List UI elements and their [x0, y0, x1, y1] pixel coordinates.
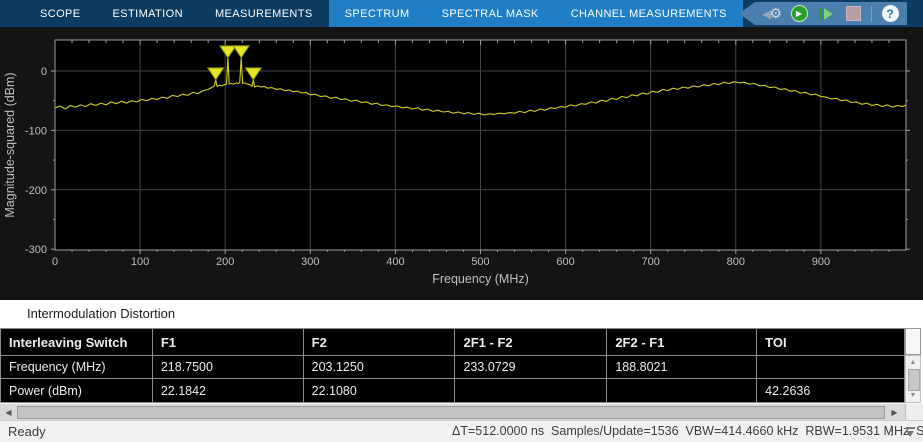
table-cell: 22.1080 [304, 379, 456, 402]
x-tick-label: 400 [386, 256, 404, 268]
im-table: Interleaving Switch F1 F2 2F1 - F2 2F2 - F1 T… [0, 328, 905, 403]
simulation-settings-button[interactable]: ◀ ⚙ [762, 4, 782, 23]
table-row: Frequency (MHz) 218.7500 203.1250 233.0729 1… [1, 356, 904, 379]
x-axis-label: Frequency (MHz) [432, 272, 529, 286]
table-cell: Power (dBm) [1, 379, 153, 402]
x-tick-label: 0 [52, 256, 58, 268]
stop-button[interactable] [844, 5, 862, 23]
x-tick-label: 600 [556, 256, 574, 268]
status-bar: Ready ΔT=512.0000 ns Samples/Update=1536… [0, 420, 923, 442]
scroll-left-arrow-icon[interactable]: ◀ [0, 405, 17, 420]
spectrum-analyzer-window: SCOPE ESTIMATION MEASUREMENTS SPECTRUM SPEC… [0, 0, 923, 442]
horizontal-scrollbar[interactable]: ◀ ▶ [0, 403, 923, 421]
toolbar-separator [871, 5, 872, 22]
table-cell: 203.1250 [303, 356, 456, 379]
tab-estimation[interactable]: ESTIMATION [97, 0, 199, 27]
play-icon: ▶ [790, 5, 808, 22]
scrollbar-corner [905, 328, 921, 355]
gear-icon: ⚙ [769, 4, 782, 21]
main-tab-group: SCOPE ESTIMATION MEASUREMENTS [24, 0, 329, 27]
measurements-panel: Intermodulation Distortion Interleaving … [0, 300, 923, 420]
step-forward-icon [819, 7, 822, 20]
y-tick-label: -200 [25, 185, 47, 197]
x-tick-label: 700 [642, 256, 660, 268]
scroll-down-arrow-icon[interactable]: ▼ [906, 390, 920, 401]
table-cell: 42.2636 [765, 383, 811, 398]
run-button[interactable]: ▶ [790, 5, 808, 23]
table-cell: 233.0729 [455, 356, 608, 379]
tab-spectral-mask[interactable]: SPECTRAL MASK [426, 0, 555, 27]
table-row: Interleaving Switch F1 F2 2F1 - F2 2F2 - F1 T… [1, 329, 904, 356]
scrollbar-corner-box [905, 404, 923, 421]
status-ready-label: Ready [8, 424, 46, 439]
contextual-tab-group: SPECTRUM SPECTRAL MASK CHANNEL MEASUREMENT… [328, 0, 743, 27]
x-tick-label: 500 [471, 256, 489, 268]
x-tick-label: 300 [301, 256, 319, 268]
x-tick-label: 200 [216, 256, 234, 268]
panel-title: Intermodulation Distortion [27, 306, 176, 321]
y-axis-label: Magnitude-squared (dBm) [3, 72, 17, 217]
table-header-cell: Interleaving Switch [1, 329, 153, 356]
table-row: Power (dBm) 22.1842 22.1080 42.2636 [1, 379, 904, 402]
step-forward-button[interactable] [817, 5, 835, 23]
table-header-cell: F2 [303, 329, 456, 356]
quick-toolbar: ◀ ⚙ ▶ ? [739, 2, 907, 25]
table-header-cell: 2F2 - F1 [607, 329, 758, 356]
table-header-cell: 2F1 - F2 [455, 329, 608, 356]
vscroll-thumb[interactable] [908, 369, 920, 391]
help-icon: ? [881, 5, 899, 22]
table-vertical-scrollbar[interactable]: ▲ ▼ [905, 328, 921, 403]
y-tick-label: -300 [25, 244, 47, 256]
tab-measurements[interactable]: MEASUREMENTS [199, 0, 329, 27]
table-cell: 22.1842 [153, 379, 304, 402]
help-button[interactable]: ? [881, 5, 899, 23]
tab-spectrum[interactable]: SPECTRUM [329, 0, 426, 27]
table-cell [757, 356, 904, 379]
table-header-cell: TOI [757, 329, 904, 356]
y-tick-label: -100 [25, 125, 47, 137]
table-cell [455, 379, 608, 402]
toolstrip-tabbar: SCOPE ESTIMATION MEASUREMENTS SPECTRUM SPEC… [0, 0, 923, 27]
spectrum-plot-svg: 0 100 200 300 400 500 600 700 800 900 0 -100 -200 -30… [3, 39, 910, 286]
table-cell [607, 379, 758, 402]
table-cell: 188.8021 [607, 356, 758, 379]
x-tick-label: 100 [131, 256, 149, 268]
table-cell: 218.7500 [152, 356, 304, 379]
scroll-up-arrow-icon[interactable]: ▲ [906, 357, 920, 368]
tab-scope[interactable]: SCOPE [24, 0, 97, 27]
status-stats-text: ΔT=512.0000 ns Samples/Update=1536 VBW=4… [452, 424, 923, 438]
scroll-right-arrow-icon[interactable]: ▶ [886, 405, 903, 420]
vscroll-track[interactable]: ▲ ▼ [905, 355, 921, 403]
hscroll-thumb[interactable] [17, 406, 885, 419]
spectrum-plot-region: 0 100 200 300 400 500 600 700 800 900 0 -100 -200 -30… [0, 27, 923, 300]
dock-icon[interactable] [905, 427, 916, 437]
tab-channel-measurements[interactable]: CHANNEL MEASUREMENTS [555, 0, 743, 27]
overflow-menu-icon[interactable]: ⋮ [885, 421, 898, 441]
y-tick-label: 0 [41, 66, 47, 78]
x-tick-label: 900 [812, 256, 830, 268]
table-header-cell: F1 [152, 329, 304, 356]
x-tick-label: 800 [727, 256, 745, 268]
table-cell: Frequency (MHz) [1, 356, 153, 379]
stop-icon [845, 6, 861, 21]
